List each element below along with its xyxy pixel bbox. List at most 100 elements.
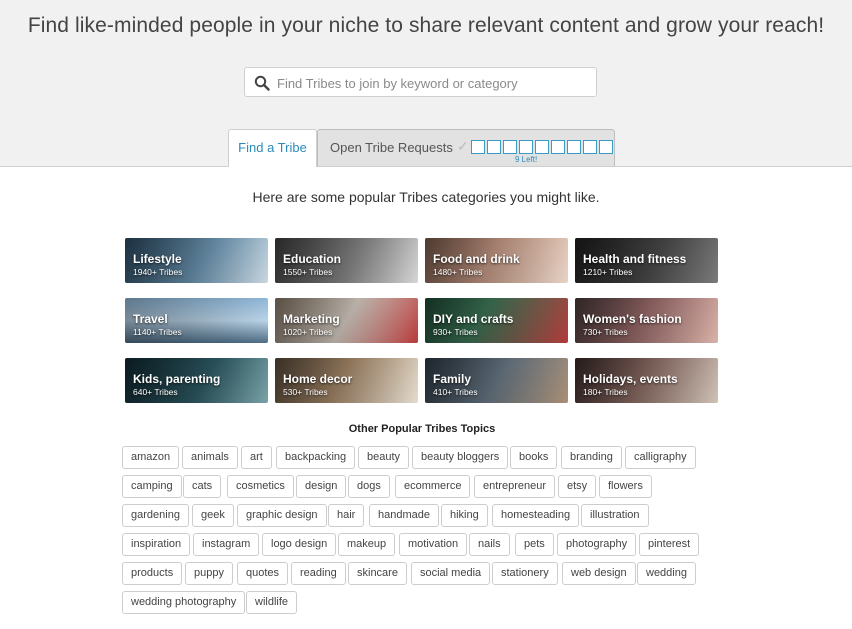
category-count: 1550+ Tribes [283, 267, 333, 277]
category-count: 1210+ Tribes [583, 267, 633, 277]
category-title: Food and drink [433, 252, 520, 266]
category-health-and-fitness[interactable]: Health and fitness 1210+ Tribes [575, 238, 718, 283]
topic-tag[interactable]: instagram [193, 533, 260, 556]
search-box[interactable] [244, 67, 597, 98]
topic-tag[interactable]: beauty [358, 446, 410, 469]
topic-tag[interactable]: flowers [599, 475, 652, 498]
search-input[interactable] [275, 68, 589, 98]
topic-tag[interactable]: motivation [399, 533, 468, 556]
topic-tag[interactable]: wildlife [246, 591, 298, 614]
category-title: Travel [133, 312, 168, 326]
category-count: 410+ Tribes [433, 387, 478, 397]
empty-slot [535, 140, 549, 154]
topic-tag[interactable]: beauty bloggers [412, 446, 509, 469]
topic-tag[interactable]: hair [328, 504, 365, 527]
category-travel[interactable]: Travel 1140+ Tribes [125, 298, 268, 343]
category-title: Education [283, 252, 342, 266]
topic-tag[interactable]: reading [291, 562, 346, 585]
category-marketing[interactable]: Marketing 1020+ Tribes [275, 298, 418, 343]
topic-tag[interactable]: web design [562, 562, 636, 585]
category-count: 730+ Tribes [583, 327, 628, 337]
topic-tag[interactable]: inspiration [122, 533, 191, 556]
topic-tag[interactable]: hiking [441, 504, 488, 527]
checkmark-icon: ✓ [457, 138, 469, 154]
category-count: 640+ Tribes [133, 387, 178, 397]
categories-subheading: Here are some popular Tribes categories … [252, 189, 600, 205]
category-home-decor[interactable]: Home decor 530+ Tribes [275, 358, 418, 403]
topic-tag[interactable]: backpacking [276, 446, 356, 469]
topic-tag[interactable]: stationery [492, 562, 558, 585]
category-title: Holidays, events [583, 372, 678, 386]
category-diy-and-crafts[interactable]: DIY and crafts 930+ Tribes [425, 298, 568, 343]
slots-left-count: 9 Left! [515, 155, 538, 164]
category-title: Women's fashion [583, 312, 682, 326]
empty-slot [583, 140, 597, 154]
topics-heading: Other Popular Tribes Topics [348, 423, 496, 435]
topic-tag[interactable]: camping [122, 475, 182, 498]
topic-tag[interactable]: photography [557, 533, 637, 556]
topic-tag[interactable]: wedding [637, 562, 696, 585]
topic-tag[interactable]: illustration [581, 504, 649, 527]
category-title: Lifestyle [133, 252, 182, 266]
topic-tag[interactable]: wedding photography [122, 591, 246, 614]
topic-tag[interactable]: puppy [185, 562, 233, 585]
category-title: Family [433, 372, 472, 386]
request-slots: ✓ [457, 138, 615, 154]
category-count: 930+ Tribes [433, 327, 478, 337]
tab-open-label: Open Tribe Requests [330, 140, 453, 155]
category-lifestyle[interactable]: Lifestyle 1940+ Tribes [125, 238, 268, 283]
category-count: 180+ Tribes [583, 387, 628, 397]
category-education[interactable]: Education 1550+ Tribes [275, 238, 418, 283]
topic-tag[interactable]: branding [561, 446, 622, 469]
empty-slot [551, 140, 565, 154]
topic-tag[interactable]: pets [515, 533, 554, 556]
category-title: DIY and crafts [433, 312, 514, 326]
topic-tag[interactable]: social media [411, 562, 491, 585]
topic-tag[interactable]: ecommerce [395, 475, 471, 498]
topic-tag[interactable]: calligraphy [625, 446, 696, 469]
category-food-and-drink[interactable]: Food and drink 1480+ Tribes [425, 238, 568, 283]
topic-tag[interactable]: animals [182, 446, 238, 469]
topic-tag[interactable]: amazon [122, 446, 180, 469]
topic-tag[interactable]: geek [192, 504, 234, 527]
topic-tag[interactable]: cosmetics [227, 475, 294, 498]
search-icon [254, 75, 270, 91]
category-title: Marketing [283, 312, 340, 326]
topic-tag[interactable]: quotes [237, 562, 289, 585]
topic-tag[interactable]: books [510, 446, 558, 469]
category-count: 1020+ Tribes [283, 327, 333, 337]
category-count: 1140+ Tribes [133, 327, 182, 337]
category-title: Health and fitness [583, 252, 687, 266]
page-headline: Find like-minded people in your niche to… [27, 14, 825, 37]
topic-tag[interactable]: graphic design [237, 504, 327, 527]
topic-tag[interactable]: pinterest [639, 533, 700, 556]
category-count: 1480+ Tribes [433, 267, 483, 277]
empty-slot [519, 140, 533, 154]
empty-slot [567, 140, 581, 154]
topic-tag[interactable]: etsy [558, 475, 597, 498]
topic-tag[interactable]: logo design [262, 533, 337, 556]
category-count: 530+ Tribes [283, 387, 328, 397]
category-holidays-events[interactable]: Holidays, events 180+ Tribes [575, 358, 718, 403]
topic-tag[interactable]: gardening [122, 504, 189, 527]
topic-tag[interactable]: skincare [348, 562, 407, 585]
topic-tag[interactable]: art [241, 446, 272, 469]
topic-tag[interactable]: makeup [338, 533, 396, 556]
category-title: Home decor [283, 372, 353, 386]
category-count: 1940+ Tribes [133, 267, 183, 277]
topic-tag[interactable]: entrepreneur [474, 475, 555, 498]
topic-tag[interactable]: handmade [369, 504, 439, 527]
empty-slot [471, 140, 485, 154]
tab-open-tribe-requests[interactable]: Open Tribe Requests ✓ 9 Left! [317, 129, 615, 166]
topic-tag[interactable]: homesteading [492, 504, 580, 527]
category-kids-parenting[interactable]: Kids, parenting 640+ Tribes [125, 358, 268, 403]
empty-slot [487, 140, 501, 154]
topic-tag[interactable]: nails [469, 533, 510, 556]
category-womens-fashion[interactable]: Women's fashion 730+ Tribes [575, 298, 718, 343]
tab-find-a-tribe[interactable]: Find a Tribe [228, 129, 317, 167]
topic-tag[interactable]: products [122, 562, 183, 585]
topic-tag[interactable]: dogs [348, 475, 390, 498]
topic-tag[interactable]: cats [183, 475, 222, 498]
category-family[interactable]: Family 410+ Tribes [425, 358, 568, 403]
topic-tag[interactable]: design [296, 475, 347, 498]
